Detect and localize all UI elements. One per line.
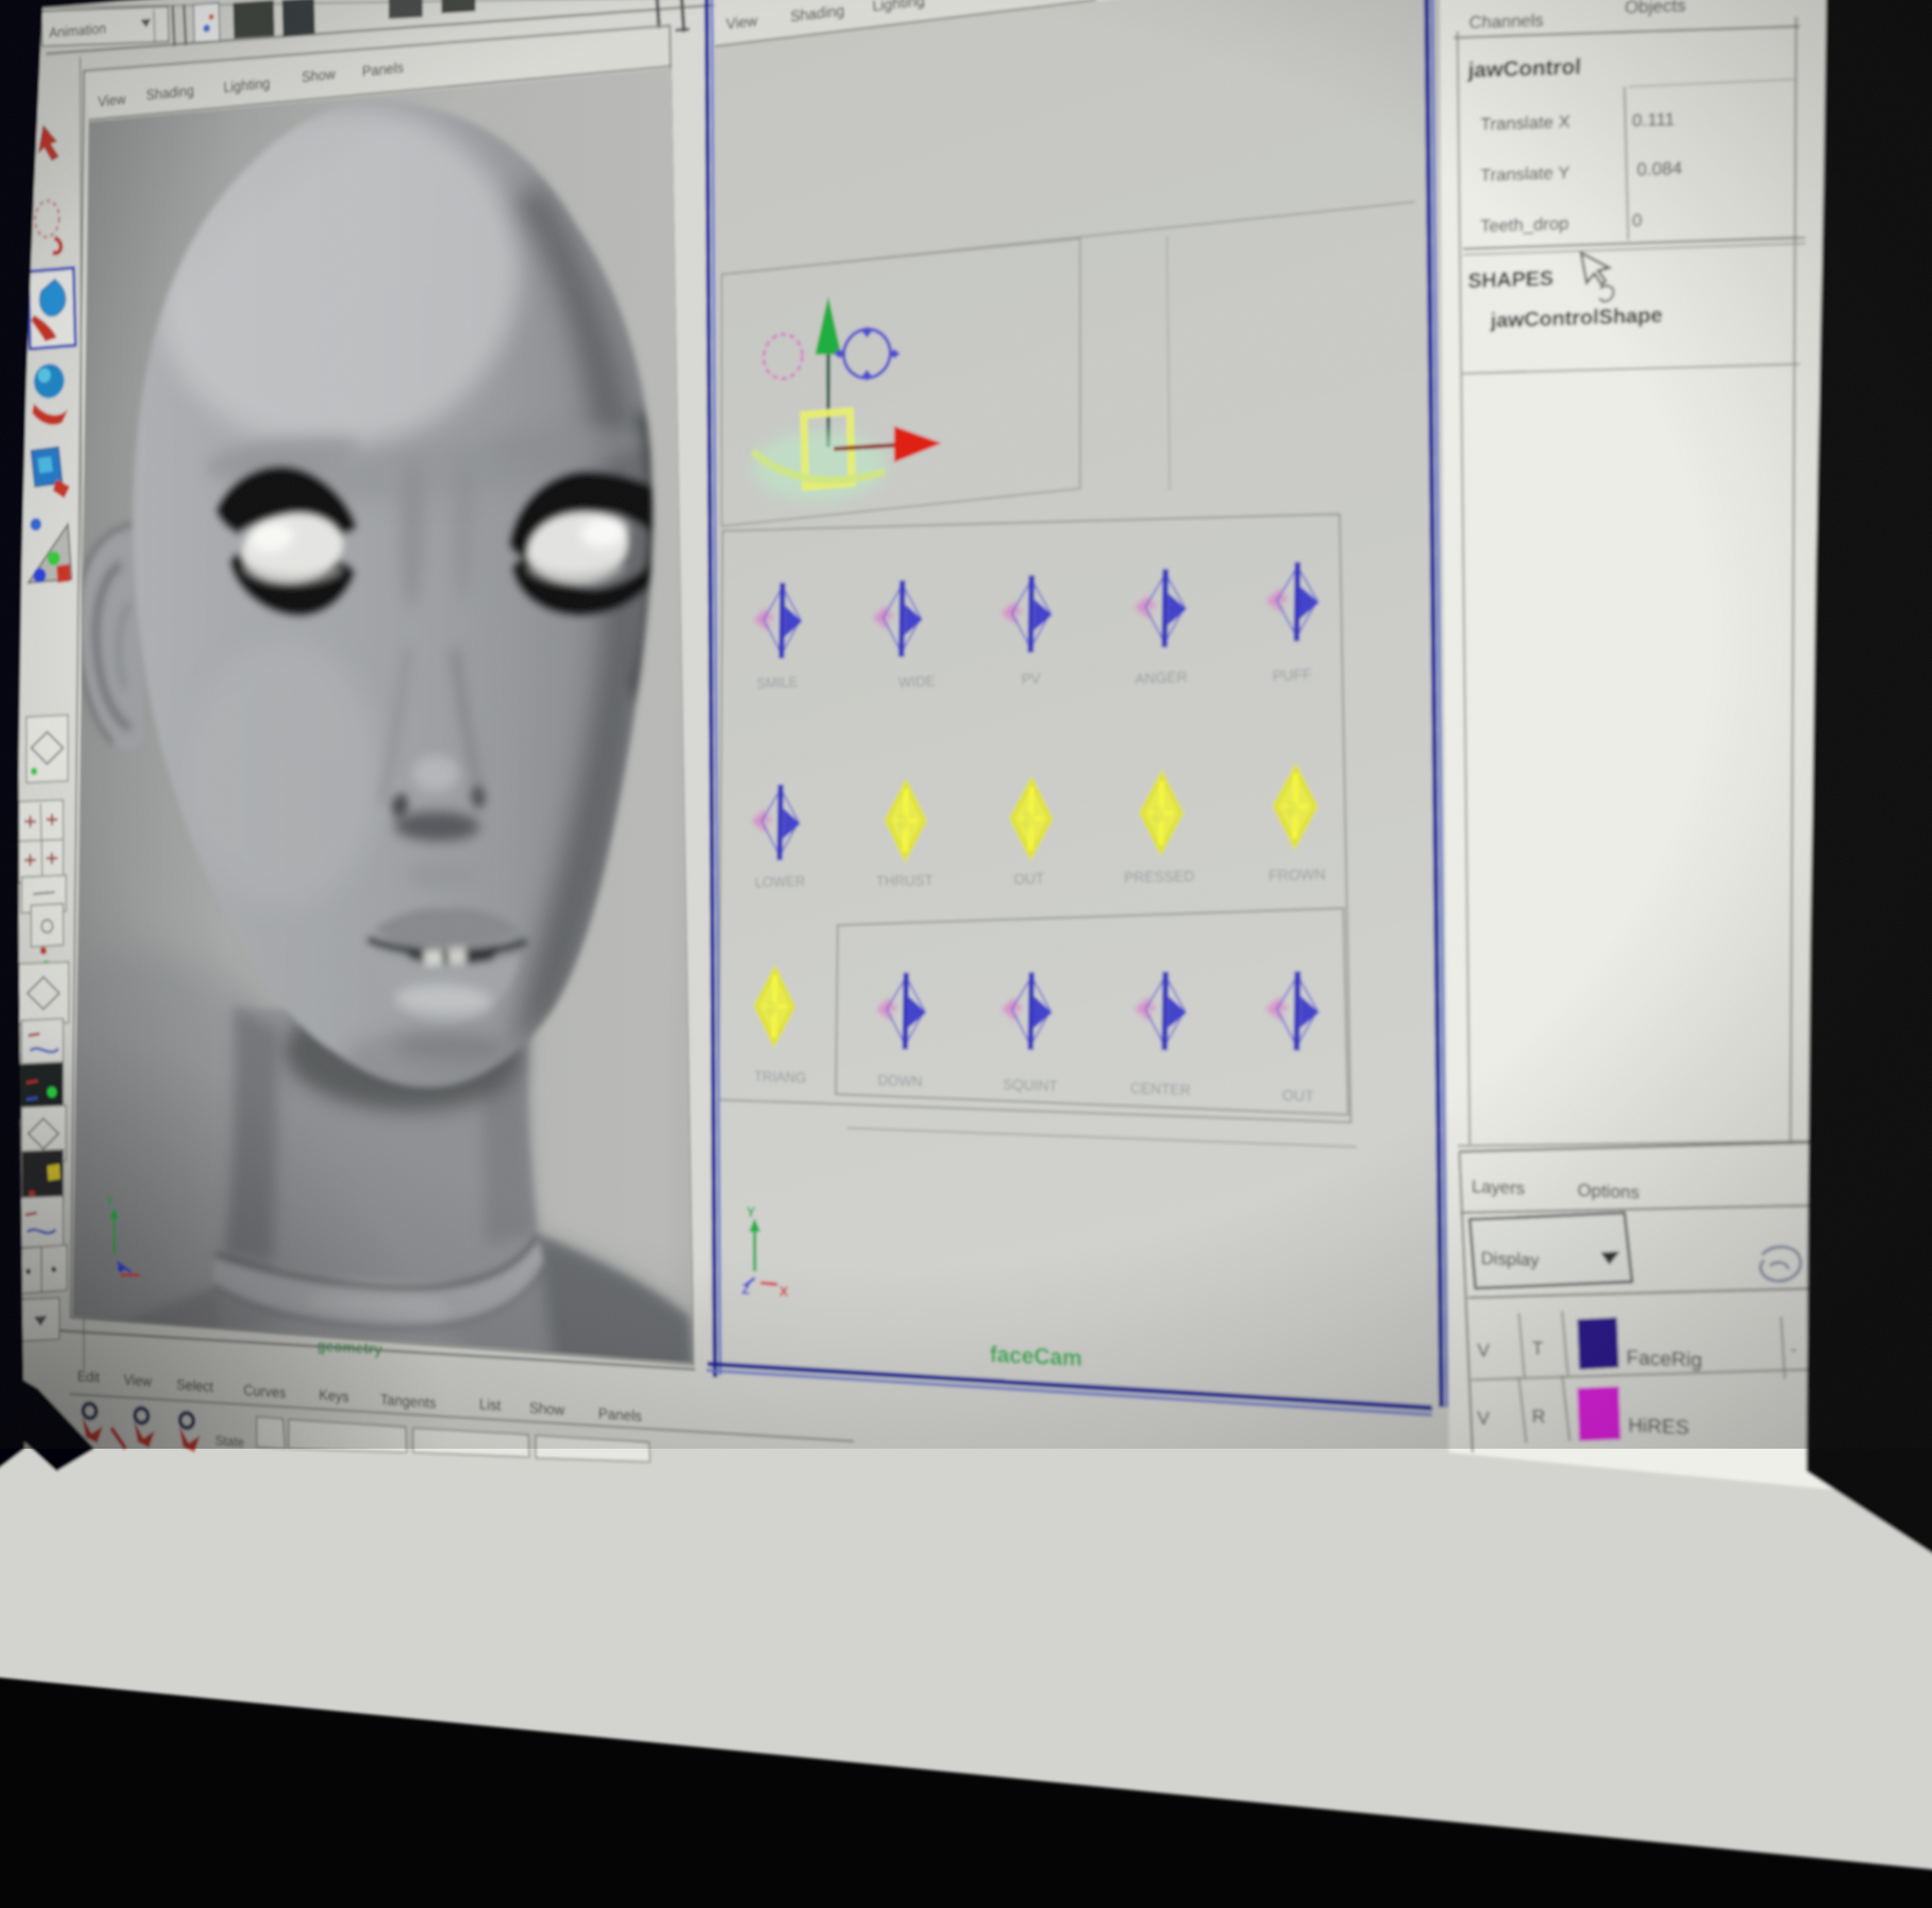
svg-text:LOWER: LOWER bbox=[755, 873, 806, 890]
svg-text:PUFF: PUFF bbox=[1273, 666, 1312, 685]
svg-text:SHAPES: SHAPES bbox=[1468, 267, 1554, 292]
svg-text:Show: Show bbox=[302, 66, 337, 86]
svg-text:SMILE: SMILE bbox=[757, 673, 798, 691]
svg-text:PV: PV bbox=[1021, 671, 1041, 688]
svg-text:SQUINT: SQUINT bbox=[1003, 1076, 1058, 1095]
svg-text:0.084: 0.084 bbox=[1637, 158, 1683, 179]
svg-text:T: T bbox=[1532, 1338, 1544, 1360]
svg-text:View: View bbox=[124, 1372, 153, 1390]
svg-text:Y: Y bbox=[746, 1203, 756, 1220]
svg-text:Options: Options bbox=[1577, 1181, 1640, 1203]
svg-text:State: State bbox=[215, 1433, 244, 1450]
svg-text:Panels: Panels bbox=[598, 1405, 642, 1425]
svg-text:Channels: Channels bbox=[1469, 11, 1544, 33]
svg-text:V: V bbox=[1477, 1408, 1491, 1429]
svg-text:Translate Y: Translate Y bbox=[1480, 163, 1570, 186]
svg-text:FaceRig: FaceRig bbox=[1626, 1347, 1703, 1372]
svg-text:Objects: Objects bbox=[1624, 0, 1687, 18]
svg-text:OUT: OUT bbox=[1013, 871, 1044, 888]
svg-text:PRESSED: PRESSED bbox=[1124, 868, 1194, 886]
svg-text:THRUST: THRUST bbox=[875, 871, 933, 889]
svg-text:-: - bbox=[1790, 1340, 1797, 1359]
svg-text:0.111: 0.111 bbox=[1632, 110, 1675, 131]
svg-text:CENTER: CENTER bbox=[1130, 1080, 1191, 1099]
svg-text:X: X bbox=[779, 1283, 789, 1300]
svg-text:Show: Show bbox=[529, 1401, 565, 1420]
svg-text:faceCam: faceCam bbox=[990, 1342, 1082, 1371]
svg-text:jawControl: jawControl bbox=[1467, 56, 1582, 83]
svg-text:OUT: OUT bbox=[1282, 1087, 1314, 1104]
svg-text:TRIANG: TRIANG bbox=[754, 1068, 806, 1086]
svg-text:Translate X: Translate X bbox=[1480, 112, 1571, 135]
svg-text:Teeth_drop: Teeth_drop bbox=[1480, 214, 1569, 237]
svg-text:HiRES: HiRES bbox=[1628, 1414, 1690, 1438]
svg-text:Keys: Keys bbox=[319, 1387, 349, 1406]
svg-text:R: R bbox=[1532, 1406, 1546, 1428]
svg-text:Y: Y bbox=[106, 1193, 114, 1209]
svg-text:FROWN: FROWN bbox=[1268, 866, 1325, 884]
svg-text:Display: Display bbox=[1481, 1249, 1540, 1270]
svg-text:DOWN: DOWN bbox=[877, 1071, 922, 1089]
svg-text:V: V bbox=[1477, 1340, 1491, 1361]
svg-text:View: View bbox=[98, 91, 126, 110]
svg-text:Curves: Curves bbox=[243, 1383, 286, 1402]
svg-text:0: 0 bbox=[1632, 211, 1642, 231]
svg-text:Layers: Layers bbox=[1472, 1177, 1525, 1199]
svg-text:ANGER: ANGER bbox=[1135, 669, 1188, 688]
svg-text:WIDE: WIDE bbox=[898, 672, 936, 690]
svg-text:List: List bbox=[479, 1397, 501, 1415]
svg-text:Select: Select bbox=[176, 1377, 213, 1396]
svg-text:Edit: Edit bbox=[77, 1369, 100, 1386]
